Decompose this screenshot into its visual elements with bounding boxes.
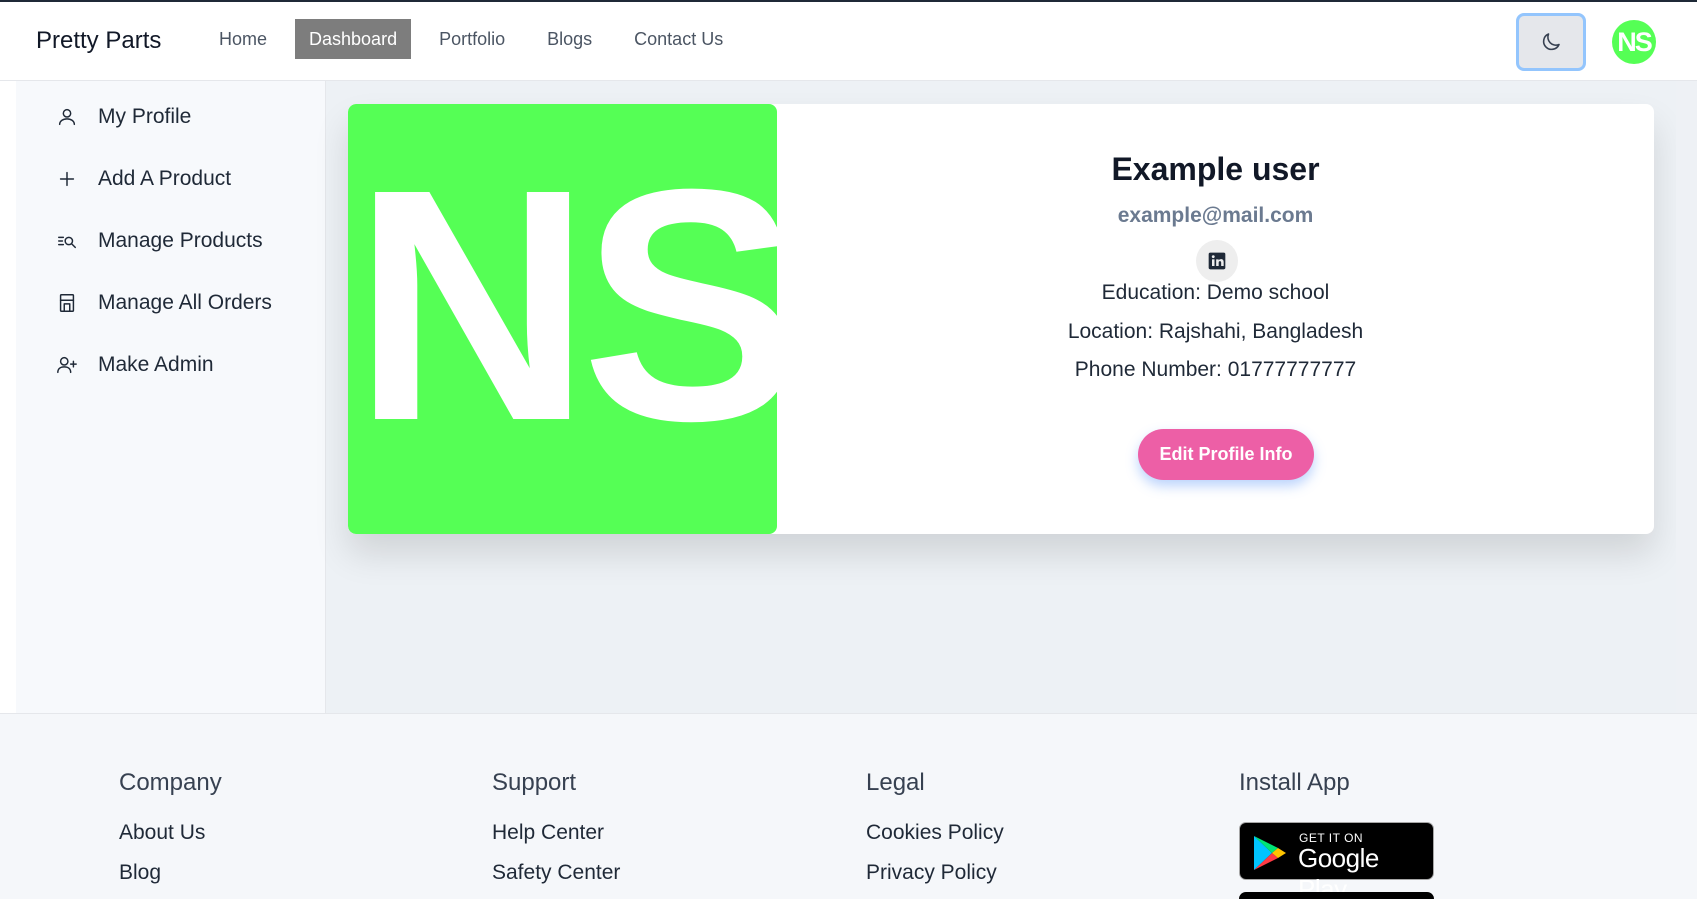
profile-avatar: NS [348,104,777,534]
sidebar-item-make-admin[interactable]: Make Admin [56,353,214,377]
footer: Company About Us Blog Support Help Cente… [0,713,1697,899]
store-icon [59,294,75,312]
profile-email: example@mail.com [1117,204,1314,227]
footer-link-safety-center[interactable]: Safety Center [492,861,620,885]
profile-location: Location: Rajshahi, Bangladesh [1067,320,1364,343]
profile-info: Example user example@mail.com Education:… [777,104,1654,534]
google-play-badge[interactable]: GET IT ON Google Play [1239,822,1434,899]
footer-link-about-us[interactable]: About Us [119,821,222,845]
nav-home[interactable]: Home [205,19,281,59]
linkedin-icon [1208,252,1226,270]
footer-column-legal: Legal Cookies Policy Privacy Policy [866,769,1004,899]
footer-heading: Company [119,769,222,796]
nav-dashboard[interactable]: Dashboard [295,19,412,59]
footer-heading: Support [492,769,577,796]
footer-heading: Legal [866,769,925,796]
page-scroll-gutter [1676,81,1697,713]
sidebar-item-label: Make Admin [98,353,214,376]
profile-card: NS Example user example@mail.com Educati… [348,104,1654,534]
nav-portfolio[interactable]: Portfolio [425,19,519,59]
footer-link-privacy-policy[interactable]: Privacy Policy [866,861,1004,885]
footer-column-install-app: Install App [1239,769,1350,821]
profile-education: Education: Demo school [1101,281,1330,304]
sidebar-item-my-profile[interactable]: My Profile [56,105,191,129]
brand-logo[interactable]: Pretty Parts [36,27,161,55]
moon-icon [1542,33,1560,51]
user-plus-icon [57,356,77,374]
nav-contact-us[interactable]: Contact Us [620,19,737,59]
list-search-icon [58,236,76,249]
app-store-badge[interactable] [1239,892,1434,899]
user-avatar[interactable]: NS [1612,20,1656,64]
sidebar-item-manage-products[interactable]: Manage Products [56,229,263,253]
footer-link-cookies-policy[interactable]: Cookies Policy [866,821,1004,845]
edit-profile-button[interactable]: Edit Profile Info [1138,429,1314,480]
profile-name: Example user [1111,151,1320,187]
footer-heading: Install App [1239,769,1350,796]
footer-column-support: Support Help Center Safety Center [492,769,620,899]
badge-big-text: Google Play [1298,843,1379,899]
sidebar: My Profile Add A Product Manage Products… [16,81,326,713]
google-play-icon [1254,836,1286,870]
sidebar-item-label: Manage Products [98,229,263,252]
footer-link-blog[interactable]: Blog [119,861,222,885]
linkedin-button[interactable] [1196,240,1238,282]
plus-icon [59,171,75,187]
user-icon [58,108,76,126]
profile-avatar-initials: NS [353,120,777,489]
navbar: Pretty Parts Home Dashboard Portfolio Bl… [0,2,1697,81]
sidebar-item-label: My Profile [98,105,192,128]
sidebar-item-add-product[interactable]: Add A Product [56,167,231,191]
sidebar-item-manage-orders[interactable]: Manage All Orders [56,291,272,315]
main-content: NS Example user example@mail.com Educati… [326,81,1676,713]
footer-column-company: Company About Us Blog [119,769,222,899]
nav-blogs[interactable]: Blogs [533,19,606,59]
sidebar-item-label: Manage All Orders [98,291,272,314]
sidebar-item-label: Add A Product [98,167,232,190]
theme-toggle-button[interactable] [1516,13,1586,71]
footer-link-help-center[interactable]: Help Center [492,821,620,845]
main-nav: Home Dashboard Portfolio Blogs Contact U… [205,19,737,59]
profile-phone: Phone Number: 01777777777 [1074,358,1357,381]
